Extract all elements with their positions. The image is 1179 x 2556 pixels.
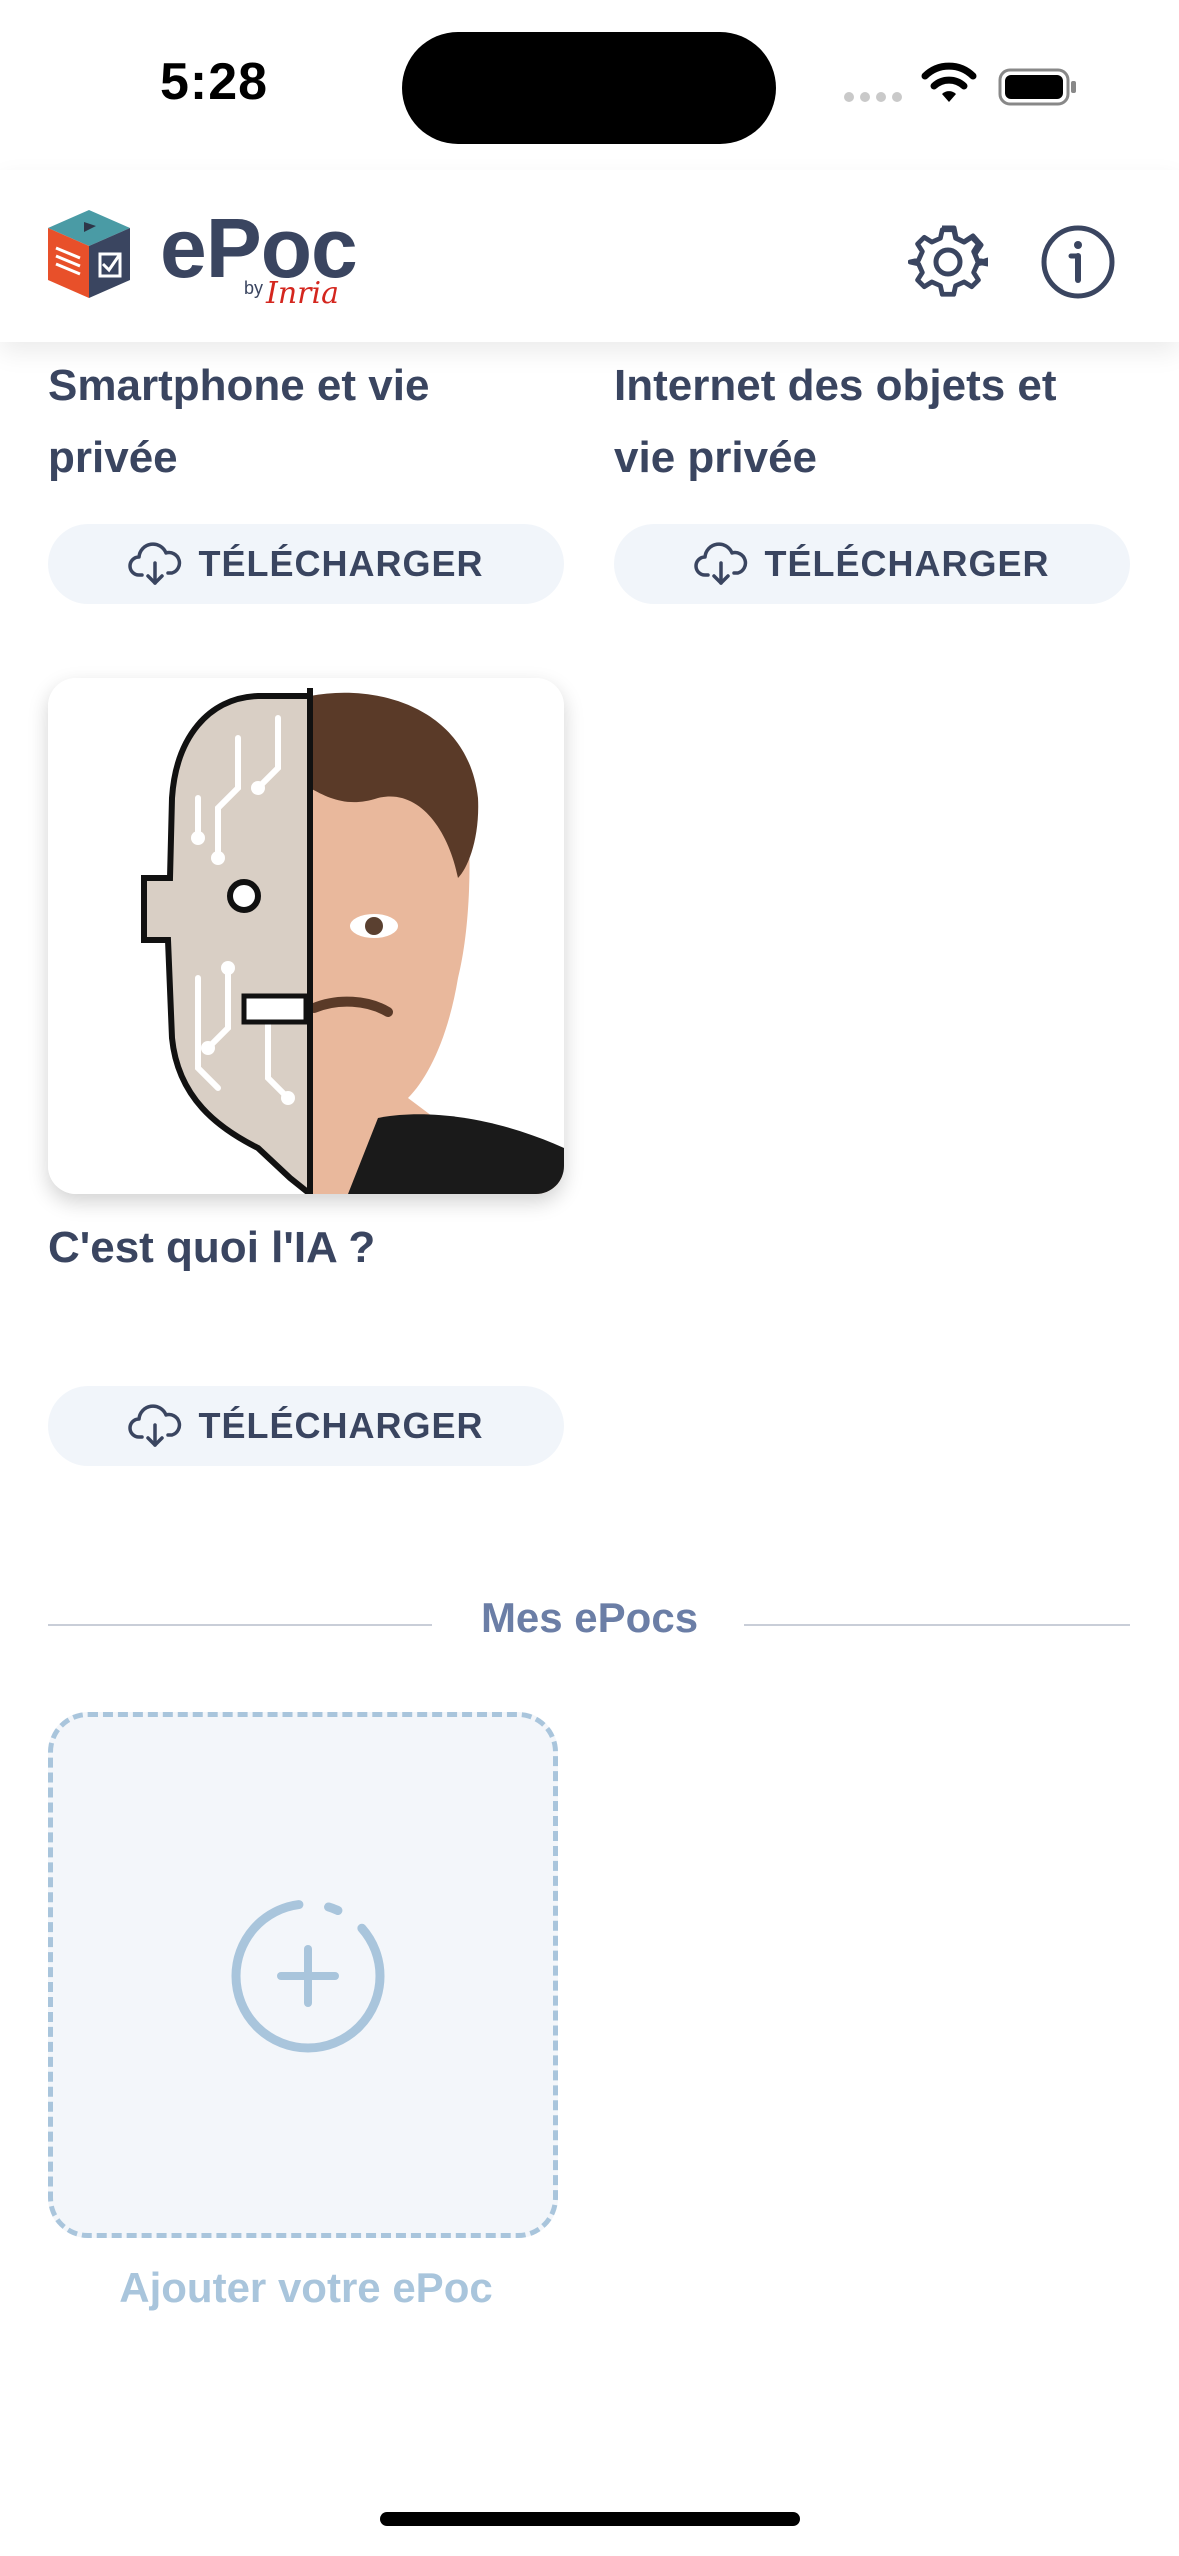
settings-icon[interactable] — [908, 222, 988, 302]
card-title-smartphone: Smartphone et vie privée — [48, 350, 429, 494]
download-button-label: TÉLÉCHARGER — [198, 1405, 484, 1446]
info-icon[interactable] — [1038, 222, 1118, 302]
download-button-smartphone[interactable]: TÉLÉCHARGER — [48, 524, 564, 604]
app-header: ePoc by Inria — [0, 170, 1179, 342]
card-title-line: Internet des objets et — [614, 361, 1057, 410]
card-title-line: Smartphone et vie — [48, 361, 430, 410]
status-time: 5:28 — [160, 53, 269, 111]
logo-by-text: by — [244, 278, 264, 298]
wifi-icon — [921, 62, 977, 102]
home-indicator[interactable] — [380, 2512, 800, 2526]
add-epoc-label[interactable]: Ajouter votre ePoc — [48, 2264, 564, 2312]
card-title-ia: C'est quoi l'IA ? — [48, 1223, 376, 1272]
course-thumbnail-ia[interactable] — [48, 678, 564, 1194]
cloud-download-icon — [128, 542, 182, 585]
card-title-line: privée — [48, 433, 178, 482]
add-circle-icon — [231, 1899, 385, 2053]
download-button-label: TÉLÉCHARGER — [764, 543, 1050, 584]
add-epoc-card[interactable] — [48, 1712, 558, 2238]
card-title-line: vie privée — [614, 433, 818, 482]
download-button-ia[interactable]: TÉLÉCHARGER — [48, 1386, 564, 1466]
download-button-label: TÉLÉCHARGER — [198, 543, 484, 584]
card-title-internet-objets: Internet des objets et vie privée — [614, 350, 1057, 494]
status-bar: 5:28 — [0, 0, 1179, 170]
section-title-mes-epocs: Mes ePocs — [480, 1594, 699, 1641]
dynamic-island — [402, 32, 776, 144]
robot-human-face-illustration — [48, 678, 564, 1194]
cloud-download-icon — [694, 542, 748, 585]
epoc-logo-icon — [48, 210, 130, 298]
logo-inria-text: Inria — [266, 276, 339, 311]
cloud-download-icon — [128, 1404, 182, 1447]
battery-icon — [998, 68, 1076, 106]
download-button-internet-objets[interactable]: TÉLÉCHARGER — [614, 524, 1130, 604]
cellular-signal-icon — [844, 92, 902, 102]
